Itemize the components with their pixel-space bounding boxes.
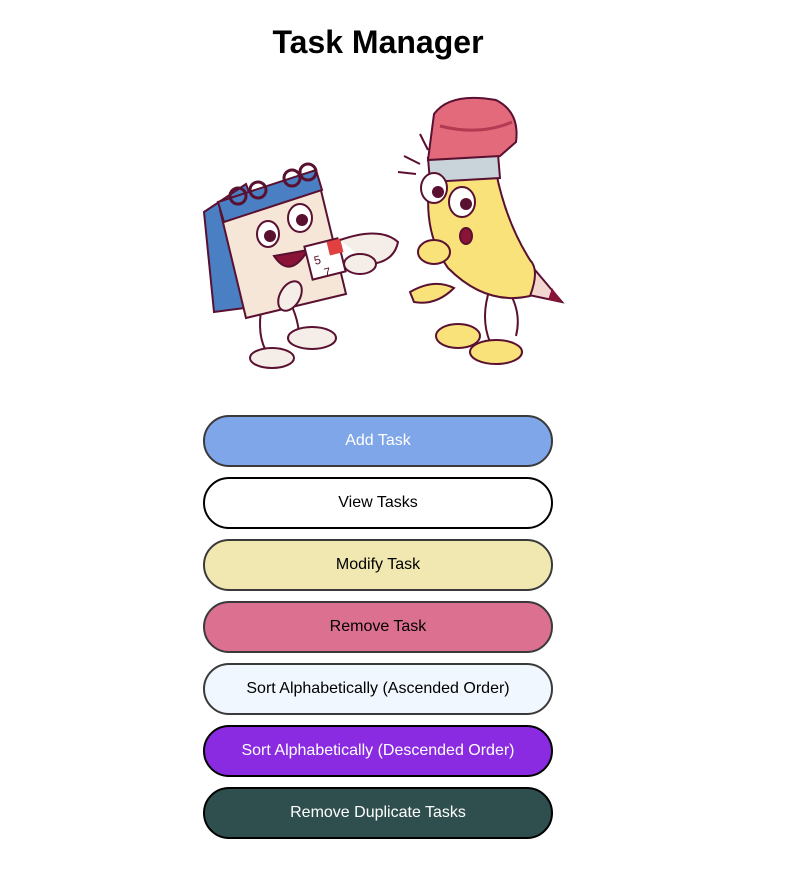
view-tasks-button[interactable]: View Tasks <box>203 477 553 529</box>
calendar-mascot: 5 7 <box>202 162 400 369</box>
remove-task-button[interactable]: Remove Task <box>203 601 553 653</box>
sort-ascending-button[interactable]: Sort Alphabetically (Ascended Order) <box>203 663 553 715</box>
task-menu: Add Task View Tasks Modify Task Remove T… <box>203 415 553 849</box>
modify-task-button[interactable]: Modify Task <box>203 539 553 591</box>
page-title: Task Manager <box>272 24 484 60</box>
sort-descending-button[interactable]: Sort Alphabetically (Descended Order) <box>203 725 553 777</box>
pencil-mascot <box>397 96 565 365</box>
hero-illustration: 5 7 <box>190 92 580 382</box>
remove-duplicates-button[interactable]: Remove Duplicate Tasks <box>203 787 553 839</box>
add-task-button[interactable]: Add Task <box>203 415 553 467</box>
